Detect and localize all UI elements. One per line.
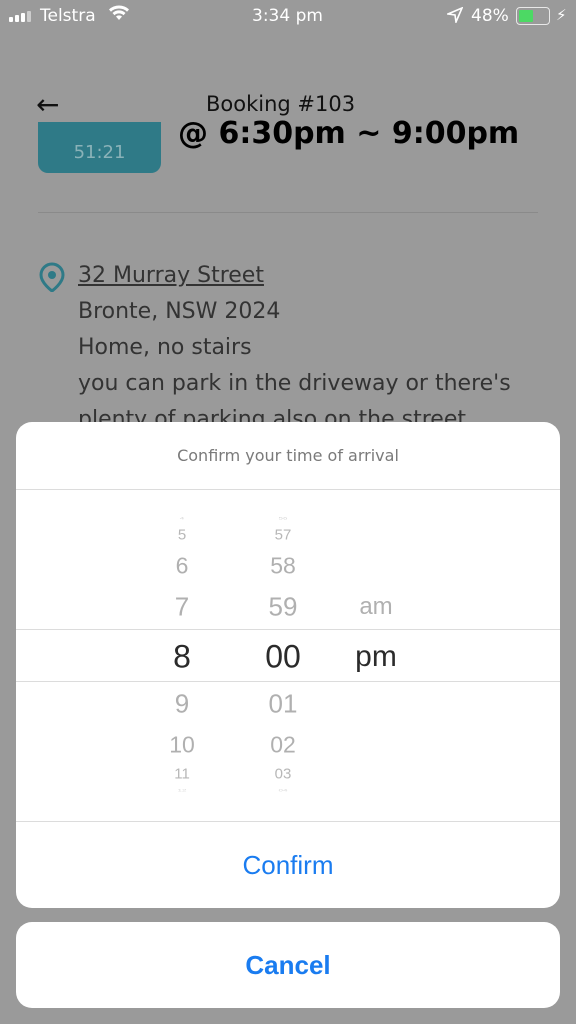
minute-option[interactable]: 59 xyxy=(269,592,298,623)
charging-icon: ⚡ xyxy=(556,6,567,24)
booking-number: Booking #103 xyxy=(206,92,356,116)
arrival-time-sheet: Confirm your time of arrival 4 5 6 7 8 9 10 11 1… xyxy=(16,422,560,908)
minute-option[interactable]: 56 xyxy=(279,516,288,521)
cancel-label: Cancel xyxy=(245,950,331,980)
back-arrow-icon[interactable]: ← xyxy=(36,88,59,121)
hour-option[interactable]: 9 xyxy=(175,689,189,720)
period-option[interactable]: am xyxy=(359,593,392,621)
status-bar: Telstra 3:34 pm 48% ⚡ xyxy=(0,0,576,34)
clock: 3:34 pm xyxy=(252,6,323,26)
timer-badge: 51:21 xyxy=(38,122,161,173)
cancel-button[interactable]: Cancel xyxy=(16,922,560,1008)
hour-option[interactable]: 11 xyxy=(174,766,190,783)
hour-option[interactable]: 4 xyxy=(180,516,184,521)
minute-option[interactable]: 58 xyxy=(270,553,296,580)
booking-time: @ 6:30pm ~ 9:00pm xyxy=(178,116,520,151)
note: Home, no stairs xyxy=(78,335,252,360)
note: you can park in the driveway or there's xyxy=(78,371,511,396)
minute-option[interactable]: 04 xyxy=(279,788,288,793)
wifi-icon xyxy=(108,4,130,27)
divider xyxy=(38,212,538,213)
hour-option[interactable]: 6 xyxy=(176,553,189,580)
divider xyxy=(16,489,560,490)
hour-option[interactable]: 12 xyxy=(178,788,187,793)
minute-option[interactable]: 03 xyxy=(275,766,292,783)
confirm-button[interactable]: Confirm xyxy=(16,850,560,881)
minute-option[interactable]: 02 xyxy=(270,732,296,759)
divider xyxy=(16,821,560,822)
minute-option[interactable]: 00 xyxy=(265,639,301,676)
suburb: Bronte, NSW 2024 xyxy=(78,299,281,324)
location-pin-icon xyxy=(39,262,65,292)
sheet-title: Confirm your time of arrival xyxy=(177,446,399,465)
hour-option[interactable]: 8 xyxy=(173,639,191,676)
hour-option[interactable]: 7 xyxy=(175,592,189,623)
location-icon xyxy=(445,6,464,28)
hour-option[interactable]: 10 xyxy=(169,732,195,759)
carrier: Telstra xyxy=(40,6,96,26)
minute-option[interactable]: 57 xyxy=(275,527,292,544)
battery-percent: 48% xyxy=(471,6,509,26)
address-block: 32 Murray Street Bronte, NSW 2024 Home, … xyxy=(78,258,576,438)
hour-option[interactable]: 5 xyxy=(178,527,186,544)
street-link[interactable]: 32 Murray Street xyxy=(78,258,576,294)
minute-option[interactable]: 01 xyxy=(269,689,298,720)
selection-line-top xyxy=(16,629,560,630)
period-option[interactable]: pm xyxy=(355,640,397,674)
battery-icon xyxy=(516,7,550,25)
selection-line-bottom xyxy=(16,681,560,682)
signal-icon xyxy=(9,11,31,22)
